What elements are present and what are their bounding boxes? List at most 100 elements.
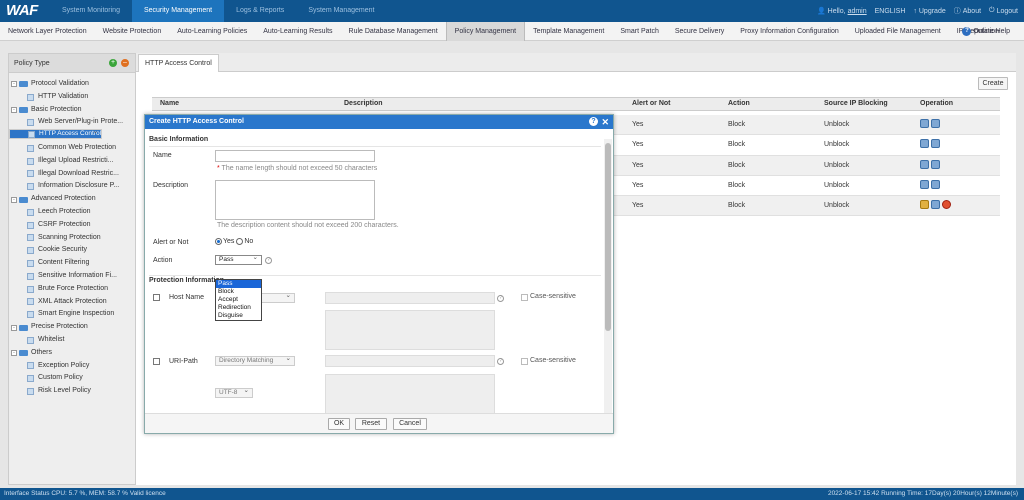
- col-name[interactable]: Name: [160, 100, 179, 107]
- upgrade-link[interactable]: ↑ Upgrade: [913, 8, 945, 15]
- tree-item-info-disclosure[interactable]: Information Disclosure P...: [9, 180, 135, 193]
- tree-group-precise-protection[interactable]: - Precise Protection: [9, 321, 135, 334]
- tree-item-whitelist[interactable]: Whitelist: [9, 334, 135, 347]
- ok-button[interactable]: OK: [328, 418, 350, 430]
- tree-group-advanced-protection[interactable]: - Advanced Protection: [9, 193, 135, 206]
- col-alert[interactable]: Alert or Not: [632, 100, 671, 107]
- nav-system-management[interactable]: System Management: [296, 0, 386, 22]
- view-icon[interactable]: [920, 179, 929, 189]
- view-icon[interactable]: [920, 139, 929, 149]
- tree-item-csrf[interactable]: CSRF Protection: [9, 219, 135, 232]
- view-icon[interactable]: [920, 159, 929, 169]
- name-input[interactable]: [215, 150, 375, 162]
- subnav-smart-patch[interactable]: Smart Patch: [612, 22, 667, 41]
- host-name-checkbox[interactable]: [153, 294, 160, 301]
- tree-item-common-web[interactable]: Common Web Protection: [9, 142, 135, 155]
- copy-icon[interactable]: [931, 200, 940, 210]
- tree-item-custom[interactable]: Custom Policy: [9, 372, 135, 385]
- online-help-link[interactable]: ? Online Help: [954, 22, 1018, 41]
- uri-encoding-select[interactable]: UTF-8: [215, 387, 253, 398]
- subnav-policy-management[interactable]: Policy Management: [445, 22, 526, 41]
- nav-logs-reports[interactable]: Logs & Reports: [224, 0, 296, 22]
- host-case-checkbox[interactable]: [521, 294, 528, 301]
- tree-item-brute-force[interactable]: Brute Force Protection: [9, 283, 135, 296]
- tree-item-xml-attack[interactable]: XML Attack Protection: [9, 296, 135, 309]
- tree-group-basic-protection[interactable]: - Basic Protection: [9, 104, 135, 117]
- col-operation[interactable]: Operation: [920, 100, 953, 107]
- uri-value-input[interactable]: [325, 355, 495, 367]
- alert-no-radio[interactable]: No: [236, 238, 253, 245]
- reset-button[interactable]: Reset: [355, 418, 387, 430]
- dialog-scrollbar[interactable]: [604, 139, 612, 415]
- action-option-redirection[interactable]: Redirection: [216, 304, 261, 312]
- alert-yes-radio[interactable]: Yes: [215, 238, 234, 245]
- copy-icon[interactable]: [931, 139, 940, 149]
- remove-icon[interactable]: –: [121, 59, 129, 67]
- dialog-help-icon[interactable]: ?: [589, 117, 598, 126]
- subnav-auto-learning-results[interactable]: Auto-Learning Results: [255, 22, 340, 41]
- tab-http-access-control[interactable]: HTTP Access Control: [138, 54, 219, 72]
- tree-item-cookie[interactable]: Cookie Security: [9, 244, 135, 257]
- subnav-proxy-info[interactable]: Proxy Information Configuration: [732, 22, 846, 41]
- tree-item-leech[interactable]: Leech Protection: [9, 206, 135, 219]
- collapse-icon[interactable]: -: [11, 81, 17, 88]
- nav-security-management[interactable]: Security Management: [131, 0, 225, 22]
- cancel-button[interactable]: Cancel: [393, 418, 427, 430]
- tree-group-protocol-validation[interactable]: - Protocol Validation: [9, 78, 135, 91]
- logout-link[interactable]: ⏻ Logout: [989, 7, 1018, 15]
- delete-icon[interactable]: [942, 200, 951, 210]
- subnav-auto-learning-policies[interactable]: Auto-Learning Policies: [169, 22, 255, 41]
- uri-match-select[interactable]: Directory Matching: [215, 355, 295, 366]
- tree-item-sensitive-info[interactable]: Sensitive Information Fi...: [9, 270, 135, 283]
- host-value-input[interactable]: [325, 292, 495, 304]
- tree-item-http-access-control[interactable]: HTTP Access Control: [9, 129, 103, 140]
- tree-item-illegal-upload[interactable]: Illegal Upload Restricti...: [9, 155, 135, 168]
- tree-item-exception[interactable]: Exception Policy: [9, 360, 135, 373]
- subnav-network-layer[interactable]: Network Layer Protection: [0, 22, 95, 41]
- uri-help-icon[interactable]: ?: [497, 358, 504, 365]
- copy-icon[interactable]: [931, 179, 940, 189]
- add-icon[interactable]: +: [109, 59, 117, 67]
- copy-icon[interactable]: [931, 159, 940, 169]
- copy-icon[interactable]: [931, 119, 940, 128]
- tree-item-illegal-download[interactable]: Illegal Download Restric...: [9, 168, 135, 181]
- edit-icon[interactable]: [920, 200, 929, 210]
- collapse-icon[interactable]: -: [11, 324, 17, 331]
- uri-values-textarea[interactable]: [325, 374, 495, 414]
- tree-item-risk-level[interactable]: Risk Level Policy: [9, 385, 135, 398]
- collapse-icon[interactable]: -: [11, 106, 17, 113]
- scrollbar-thumb[interactable]: [605, 143, 611, 331]
- action-option-accept[interactable]: Accept: [216, 296, 261, 304]
- host-values-textarea[interactable]: [325, 310, 495, 350]
- action-option-pass[interactable]: Pass: [216, 280, 261, 288]
- host-help-icon[interactable]: ?: [497, 295, 504, 302]
- tree-item-http-validation[interactable]: HTTP Validation: [9, 91, 135, 104]
- tree-item-scanning[interactable]: Scanning Protection: [9, 232, 135, 245]
- collapse-icon[interactable]: -: [11, 350, 17, 357]
- col-action[interactable]: Action: [728, 100, 750, 107]
- uri-case-checkbox[interactable]: [521, 358, 528, 365]
- tree-item-content-filtering[interactable]: Content Filtering: [9, 257, 135, 270]
- action-help-icon[interactable]: ?: [265, 257, 272, 264]
- uri-path-checkbox[interactable]: [153, 358, 160, 365]
- col-source-ip-blocking[interactable]: Source IP Blocking: [824, 100, 888, 107]
- language-select[interactable]: ENGLISH: [875, 8, 906, 15]
- tree-item-smart-engine[interactable]: Smart Engine Inspection: [9, 308, 135, 321]
- about-link[interactable]: ⓘ About: [954, 6, 981, 16]
- subnav-secure-delivery[interactable]: Secure Delivery: [667, 22, 732, 41]
- subnav-template-management[interactable]: Template Management: [525, 22, 612, 41]
- nav-system-monitoring[interactable]: System Monitoring: [50, 0, 132, 22]
- view-icon[interactable]: [920, 119, 929, 128]
- action-select[interactable]: Pass: [215, 254, 262, 265]
- username-link[interactable]: admin: [848, 8, 867, 15]
- col-description[interactable]: Description: [344, 100, 383, 107]
- collapse-icon[interactable]: -: [11, 196, 17, 203]
- tree-item-web-server[interactable]: Web Server/Plug-in Prote...: [9, 116, 135, 129]
- subnav-website-protection[interactable]: Website Protection: [95, 22, 170, 41]
- action-option-block[interactable]: Block: [216, 288, 261, 296]
- subnav-uploaded-file[interactable]: Uploaded File Management: [847, 22, 949, 41]
- tree-group-others[interactable]: - Others: [9, 347, 135, 360]
- create-button[interactable]: Create: [978, 77, 1008, 90]
- close-icon[interactable]: ✕: [601, 115, 609, 129]
- action-option-disguise[interactable]: Disguise: [216, 312, 261, 320]
